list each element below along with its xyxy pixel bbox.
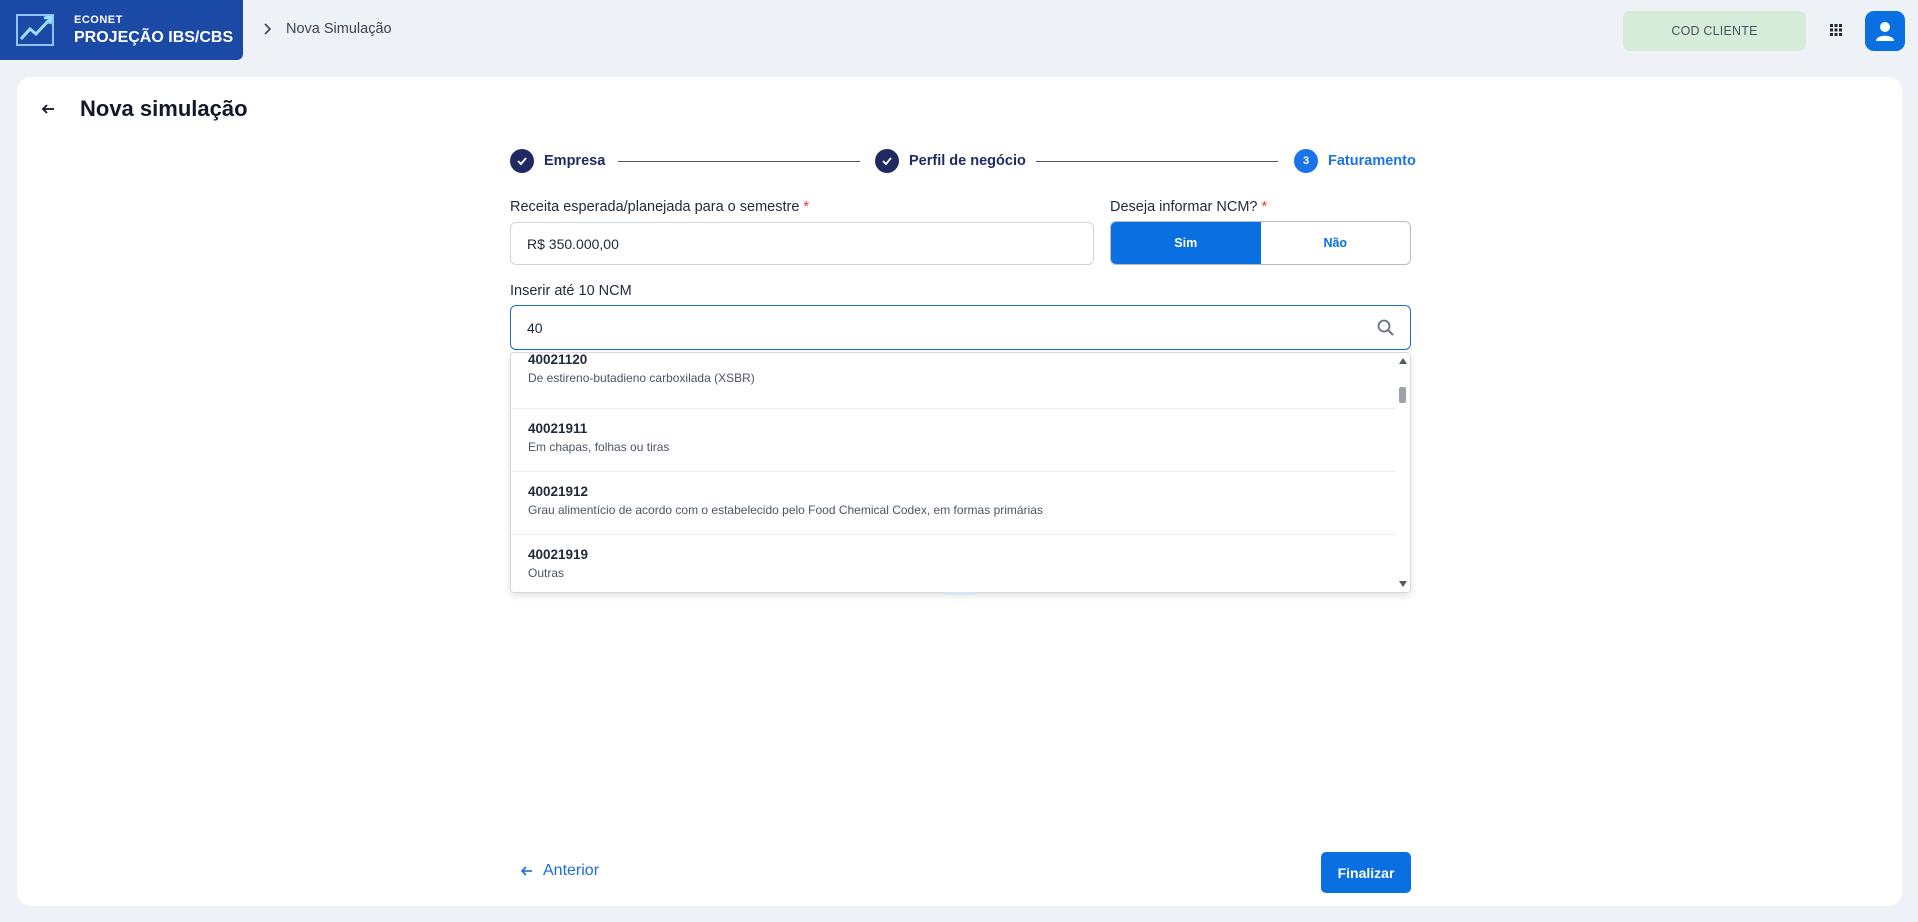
client-code-button[interactable]: COD CLIENTE (1623, 11, 1806, 51)
ncm-code: 40021120 (528, 352, 588, 367)
step-faturamento[interactable]: 3 Faturamento (1294, 149, 1416, 173)
scrollbar-thumb[interactable] (1399, 387, 1406, 403)
ncm-description: De estireno-butadieno carboxilada (XSBR) (528, 371, 755, 385)
ncm-description: Outras (528, 566, 565, 580)
step-connector (1036, 161, 1278, 162)
list-item[interactable]: 40021912 Grau alimentício de acordo com … (511, 472, 1397, 535)
back-arrow-icon[interactable] (40, 100, 58, 118)
search-icon[interactable] (1376, 318, 1396, 338)
revenue-label: Receita esperada/planejada para o semest… (510, 199, 810, 215)
brand-title: PROJEÇÃO IBS/CBS (74, 28, 234, 46)
step-number: 3 (1294, 149, 1318, 173)
brand-small-text: ECONET (74, 13, 123, 26)
required-mark: * (803, 199, 810, 215)
ncm-code: 40021919 (528, 547, 589, 562)
scroll-down-icon[interactable] (1399, 581, 1407, 587)
breadcrumb: Nova Simulação (262, 21, 392, 37)
ncm-toggle[interactable]: Sim Não (1110, 221, 1411, 265)
required-mark: * (1261, 199, 1268, 215)
check-icon (510, 149, 534, 173)
underlying-hint (945, 592, 975, 595)
ncm-yes-option[interactable]: Sim (1111, 222, 1261, 264)
brand-logo[interactable]: ECONET PROJEÇÃO IBS/CBS (0, 0, 243, 60)
ncm-suggestions-dropdown[interactable]: 40021120 De estireno-butadieno carboxila… (510, 352, 1411, 593)
list-item[interactable]: 40021120 De estireno-butadieno carboxila… (511, 352, 1397, 409)
grid-icon[interactable] (1826, 20, 1846, 40)
step-label: Faturamento (1328, 153, 1416, 169)
list-item[interactable]: 40021919 Outras (511, 535, 1397, 592)
step-label: Empresa (544, 153, 606, 169)
ncm-search-label: Inserir até 10 NCM (510, 283, 632, 299)
previous-label: Anterior (543, 862, 600, 879)
arrow-left-icon (520, 866, 532, 876)
ncm-code: 40021912 (528, 484, 589, 499)
ncm-search-input[interactable]: 40 (510, 305, 1411, 350)
scrollbar[interactable] (1396, 353, 1410, 592)
ncm-no-option[interactable]: Não (1260, 222, 1410, 264)
ncm-question-label: Deseja informar NCM? * (1110, 199, 1268, 215)
chart-logo-icon (16, 14, 54, 46)
step-perfil-negocio[interactable]: Perfil de negócio (875, 149, 1026, 173)
ncm-code: 40021911 (528, 421, 588, 436)
user-icon (1876, 22, 1894, 41)
page-title: Nova simulação (80, 96, 248, 121)
breadcrumb-current[interactable]: Nova Simulação (286, 21, 392, 37)
previous-button[interactable]: Anterior (520, 862, 599, 880)
scroll-up-icon[interactable] (1399, 358, 1407, 364)
check-icon (875, 149, 899, 173)
step-label: Perfil de negócio (909, 153, 1026, 169)
ncm-search-value: 40 (527, 319, 543, 336)
list-item[interactable]: 40021911 Em chapas, folhas ou tiras (511, 409, 1397, 472)
ncm-description: Em chapas, folhas ou tiras (528, 440, 670, 454)
revenue-input[interactable]: R$ 350.000,00 (510, 222, 1094, 265)
finish-button[interactable]: Finalizar (1321, 852, 1411, 893)
step-empresa[interactable]: Empresa (510, 149, 605, 173)
ncm-description: Grau alimentício de acordo com o estabel… (528, 503, 1043, 517)
chevron-right-icon (264, 23, 272, 35)
step-connector (618, 161, 860, 162)
user-avatar-button[interactable] (1865, 11, 1905, 51)
top-bar: ECONET PROJEÇÃO IBS/CBS Nova Simulação C… (0, 0, 1918, 62)
